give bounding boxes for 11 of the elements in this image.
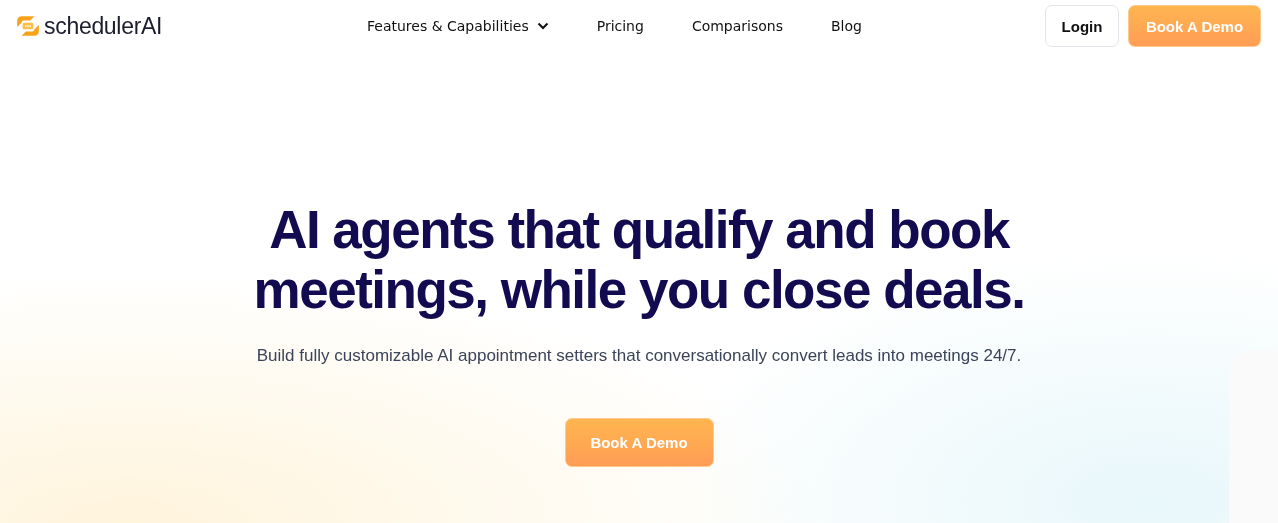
chevron-down-icon <box>536 22 549 30</box>
nav-link[interactable]: Comparisons <box>691 18 783 34</box>
logo-icon <box>15 13 41 39</box>
hero-title: AI agents that qualify and book <box>269 200 1009 260</box>
nav-link[interactable]: Pricing <box>596 18 644 34</box>
login-button[interactable]: Login <box>1045 5 1119 47</box>
nav-link[interactable]: Features & Capabilities <box>367 18 549 34</box>
nav-link[interactable]: Blog <box>831 18 862 34</box>
hero-subtitle: Build fully customizable AI appointment setters that conversationally convert leads into meetings 24/7. <box>256 346 1022 366</box>
hero-title: meetings, while you close deals. <box>253 260 1025 320</box>
brand-name[interactable]: schedulerAI <box>44 12 163 40</box>
